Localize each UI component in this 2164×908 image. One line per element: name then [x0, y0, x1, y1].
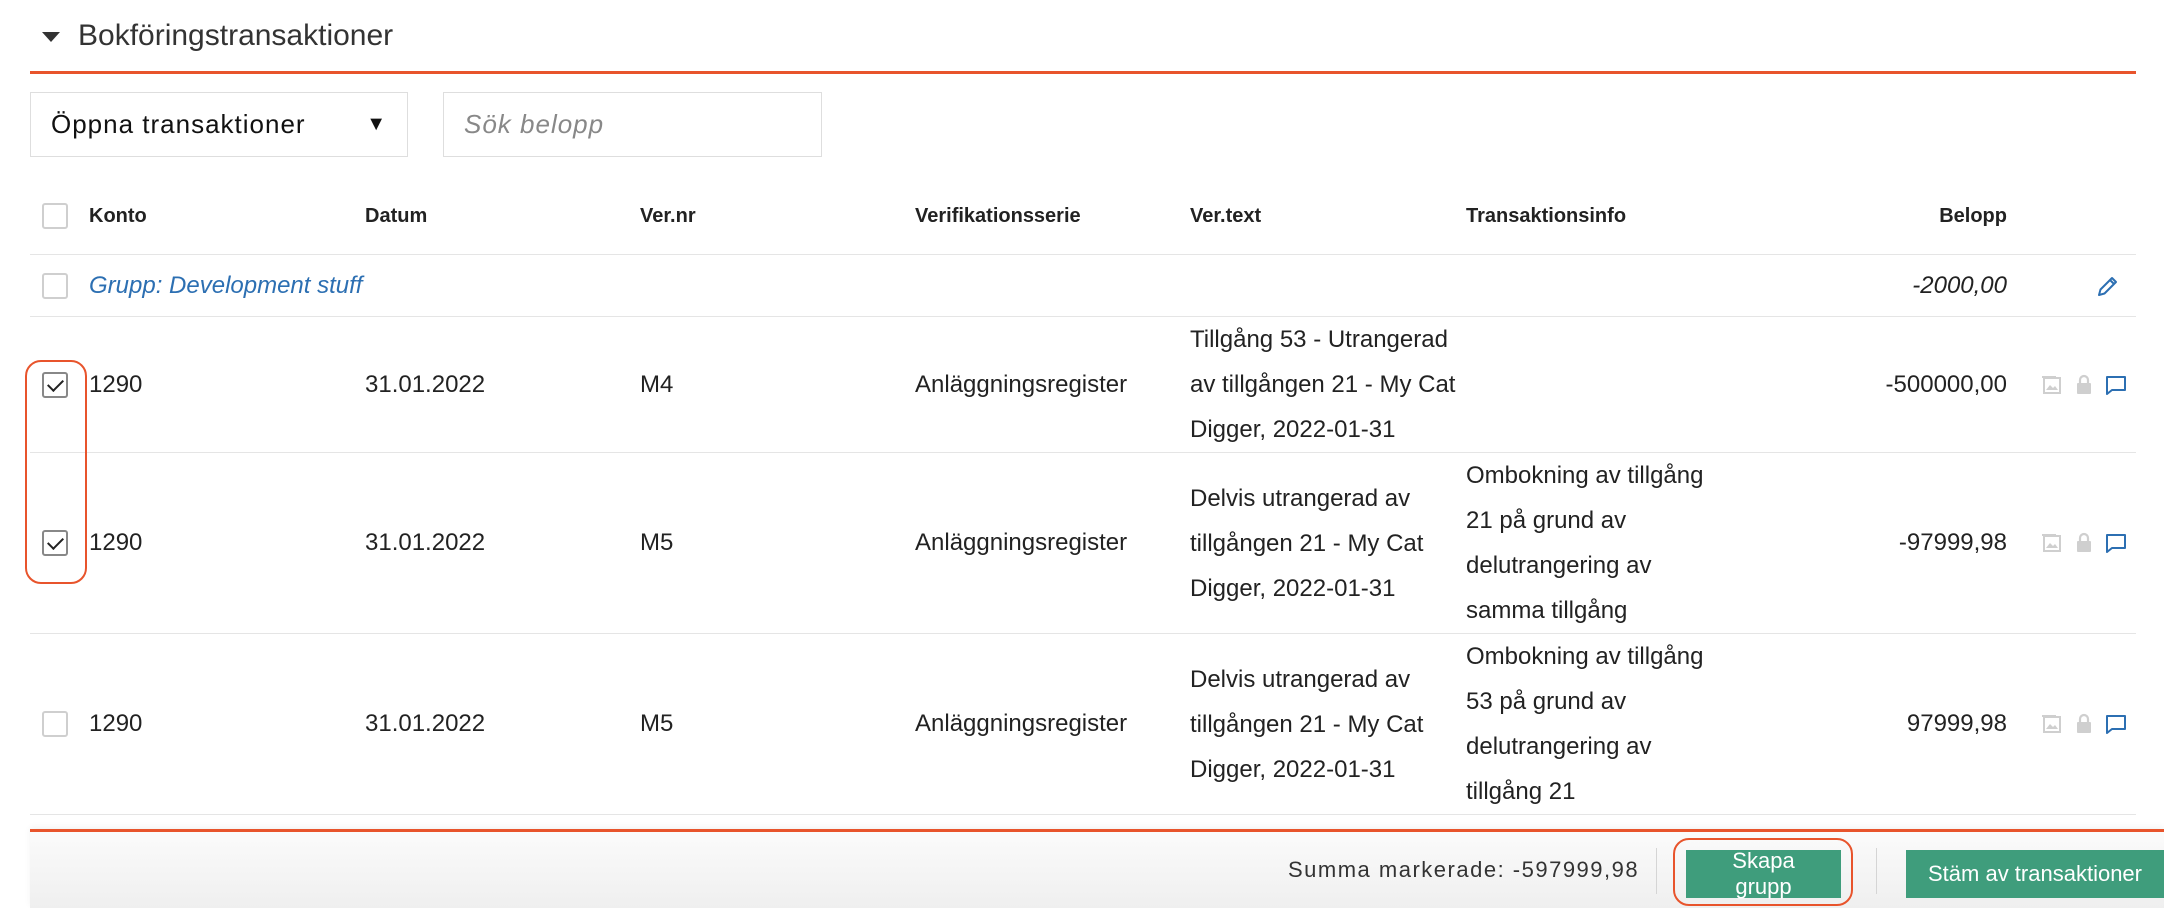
- column-header-konto[interactable]: Konto: [89, 178, 359, 254]
- cell-info: Ombokning av tillgång 53 på grund av del…: [1466, 643, 1704, 805]
- reconcile-transactions-button[interactable]: Stäm av transaktioner: [1906, 850, 2164, 898]
- group-checkbox[interactable]: [42, 272, 68, 299]
- column-header-vertext[interactable]: Ver.text: [1190, 178, 1465, 254]
- group-label[interactable]: Grupp: Development stuff: [89, 272, 362, 300]
- cell-serie: Anläggningsregister: [915, 710, 1128, 737]
- cell-belopp: -97999,98: [1898, 529, 2007, 556]
- table-row[interactable]: 1290 31.01.2022 M5 Anläggningsregister D…: [30, 634, 2136, 815]
- cell-konto: 1290: [89, 370, 143, 398]
- edit-icon[interactable]: [2096, 274, 2120, 298]
- column-header-datum[interactable]: Datum: [365, 178, 635, 254]
- section-header[interactable]: Bokföringstransaktioner: [30, 0, 2136, 74]
- image-icon[interactable]: [2040, 712, 2064, 736]
- column-header-info[interactable]: Transaktionsinfo: [1466, 178, 1736, 254]
- cell-vertext: Delvis utrangerad av tillgången 21 - My …: [1190, 665, 1424, 783]
- amount-search-input[interactable]: [443, 92, 822, 157]
- cell-datum: 31.01.2022: [365, 710, 486, 737]
- footer-bar: Summa markerade: -597999,98 Skapa grupp …: [30, 829, 2164, 908]
- cell-vernr: M5: [640, 529, 674, 556]
- comment-icon[interactable]: [2104, 373, 2128, 397]
- divider: [1876, 848, 1877, 894]
- section-title: Bokföringstransaktioner: [78, 18, 394, 52]
- cell-datum: 31.01.2022: [365, 529, 486, 556]
- table-header: Konto Datum Ver.nr Verifikationsserie Ve…: [30, 178, 2136, 255]
- row-checkbox[interactable]: [42, 711, 68, 737]
- caret-down-icon[interactable]: [42, 31, 60, 42]
- group-row[interactable]: Grupp: Development stuff -2000,00: [30, 255, 2136, 317]
- cell-datum: 31.01.2022: [365, 370, 486, 398]
- selected-sum: Summa markerade: -597999,98: [1288, 857, 1640, 882]
- column-header-vernr[interactable]: Ver.nr: [640, 178, 910, 254]
- table-row[interactable]: 1290 31.01.2022 M5 Anläggningsregister D…: [30, 453, 2136, 634]
- dropdown-arrow-icon: ▼: [366, 113, 387, 135]
- page: Bokföringstransaktioner Öppna transaktio…: [0, 0, 2164, 908]
- cell-konto: 1290: [89, 529, 143, 556]
- column-header-serie[interactable]: Verifikationsserie: [915, 178, 1185, 254]
- cell-vernr: M4: [640, 370, 674, 398]
- cell-vertext: Delvis utrangerad av tillgången 21 - My …: [1190, 484, 1424, 602]
- lock-icon[interactable]: [2072, 712, 2096, 736]
- select-all-checkbox[interactable]: [42, 203, 68, 229]
- cell-info: Ombokning av tillgång 21 på grund av del…: [1466, 462, 1704, 624]
- cell-serie: Anläggningsregister: [915, 370, 1128, 398]
- comment-icon[interactable]: [2104, 531, 2128, 555]
- cell-vernr: M5: [640, 710, 674, 737]
- cell-info: [1466, 317, 1736, 452]
- lock-icon[interactable]: [2072, 531, 2096, 555]
- cell-belopp: -500000,00: [1885, 370, 2007, 398]
- cell-konto: 1290: [89, 710, 143, 737]
- column-header-belopp[interactable]: Belopp: [1750, 178, 2007, 254]
- status-filter-select[interactable]: Öppna transaktioner ▼: [30, 92, 408, 157]
- image-icon[interactable]: [2040, 373, 2064, 397]
- cell-belopp: 97999,98: [1906, 710, 2007, 737]
- row-checkbox[interactable]: [42, 530, 68, 556]
- comment-icon[interactable]: [2104, 712, 2128, 736]
- table-row[interactable]: 1290 31.01.2022 M4 Anläggningsregister T…: [30, 317, 2136, 453]
- group-amount: -2000,00: [1912, 271, 2007, 299]
- row-checkbox[interactable]: [42, 371, 68, 398]
- image-icon[interactable]: [2040, 531, 2064, 555]
- cell-serie: Anläggningsregister: [915, 529, 1128, 556]
- cell-vertext: Tillgång 53 - Utrangerad av tillgången 2…: [1190, 326, 1456, 443]
- create-group-button[interactable]: Skapa grupp: [1686, 848, 1841, 899]
- status-filter-value: Öppna transaktioner: [51, 109, 306, 139]
- divider: [1656, 848, 1657, 894]
- lock-icon[interactable]: [2072, 373, 2096, 397]
